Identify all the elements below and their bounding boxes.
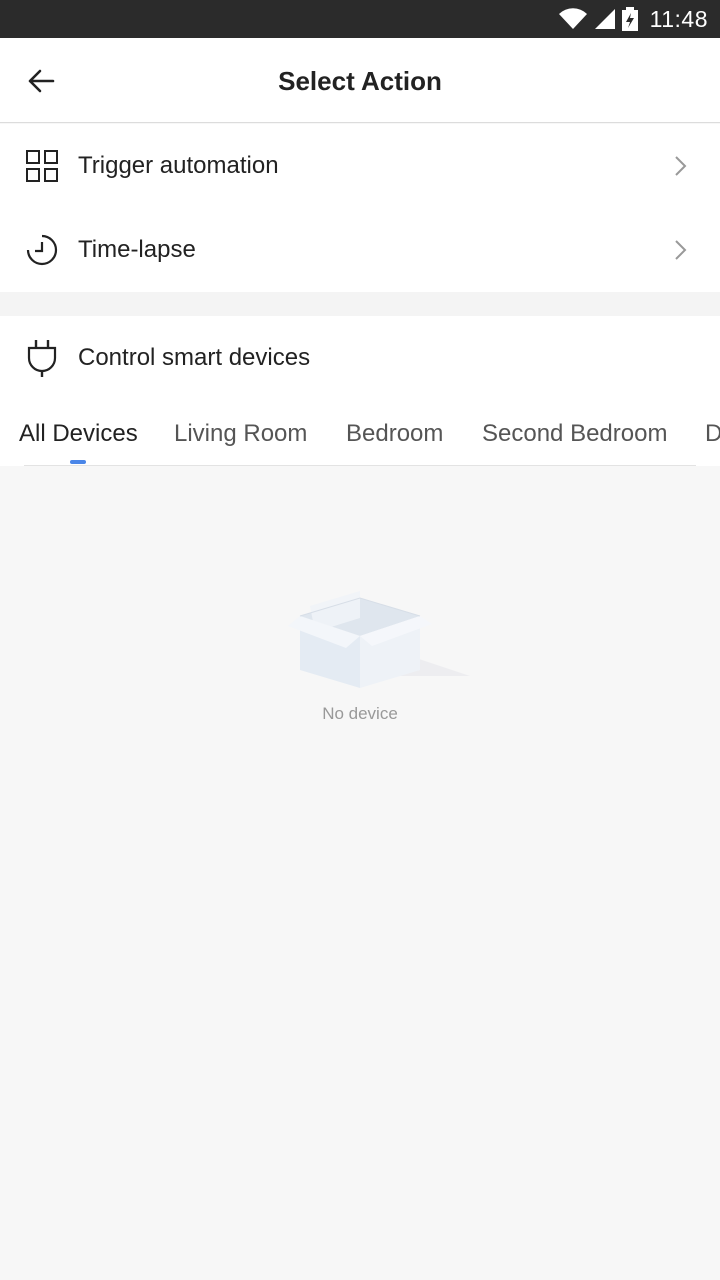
tab-living-room[interactable]: Living Room [174,420,307,448]
devices-header: Control smart devices [0,316,720,400]
page-title: Select Action [278,66,442,96]
menu-item-trigger-automation[interactable]: Trigger automation [0,124,720,208]
signal-icon [594,9,615,29]
section-divider [0,292,720,316]
room-tabs: All Devices Living Room Bedroom Second B… [0,412,720,466]
chevron-right-icon [675,156,687,176]
tab-bedroom[interactable]: Bedroom [346,420,443,448]
tab-second-bedroom[interactable]: Second Bedroom [482,420,667,448]
menu-item-time-lapse[interactable]: Time-lapse [0,208,720,292]
battery-icon [621,7,638,31]
app-bar: Select Action [0,38,720,123]
wifi-icon [558,8,587,29]
empty-box-icon [288,591,470,688]
devices-section: Control smart devices All Devices Living… [0,316,720,466]
menu-item-label: Trigger automation [78,152,279,179]
menu-item-label: Time-lapse [78,236,196,263]
grid-icon [26,150,58,182]
clock-icon [26,234,58,266]
devices-header-label: Control smart devices [78,344,311,371]
plug-icon [27,340,57,377]
tab-overflow[interactable]: D [705,420,720,448]
empty-state-text: No device [322,704,398,723]
status-bar: 11:48 [0,0,720,38]
active-tab-indicator [70,460,86,464]
action-menu: Trigger automation Time-lapse [0,124,720,292]
status-time: 11:48 [649,5,708,32]
chevron-right-icon [675,240,687,260]
empty-state: No device [0,466,720,1280]
tab-all-devices[interactable]: All Devices [19,420,138,448]
